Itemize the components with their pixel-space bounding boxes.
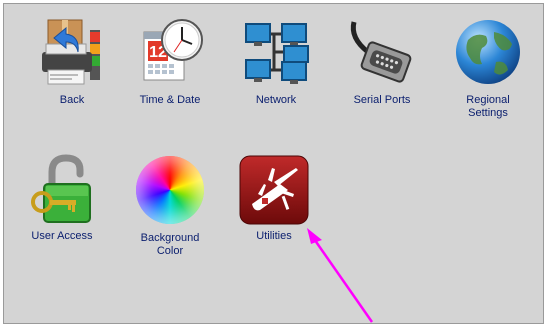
network-icon <box>240 18 312 90</box>
serial-ports-button[interactable]: Serial Ports <box>334 18 430 107</box>
settings-panel: Back 12 Time & Date Network Serial Ports… <box>3 3 544 324</box>
back-label: Back <box>59 94 85 106</box>
serial-ports-label: Serial Ports <box>353 94 411 106</box>
background-color-button[interactable]: Background Color <box>122 154 218 258</box>
serial-port-icon <box>346 18 418 90</box>
user-access-label: User Access <box>31 230 93 242</box>
network-button[interactable]: Network <box>228 18 324 107</box>
time-date-button[interactable]: 12 Time & Date <box>122 18 218 107</box>
padlock-key-icon <box>26 154 98 226</box>
background-color-label: Background Color <box>140 232 200 257</box>
swiss-knife-icon <box>238 154 310 226</box>
back-printer-icon <box>36 18 108 90</box>
color-wheel <box>136 156 204 224</box>
regional-settings-label: Regional Settings <box>466 94 510 119</box>
back-button[interactable]: Back <box>24 18 120 107</box>
color-wheel-icon <box>134 156 206 228</box>
globe-icon <box>452 18 524 90</box>
utilities-button[interactable]: Utilities <box>226 154 322 243</box>
user-access-button[interactable]: User Access <box>14 154 110 243</box>
calendar-clock-icon: 12 <box>134 18 206 90</box>
regional-settings-button[interactable]: Regional Settings <box>440 18 536 120</box>
utilities-label: Utilities <box>256 230 292 242</box>
network-label: Network <box>255 94 297 106</box>
time-date-label: Time & Date <box>139 94 201 106</box>
